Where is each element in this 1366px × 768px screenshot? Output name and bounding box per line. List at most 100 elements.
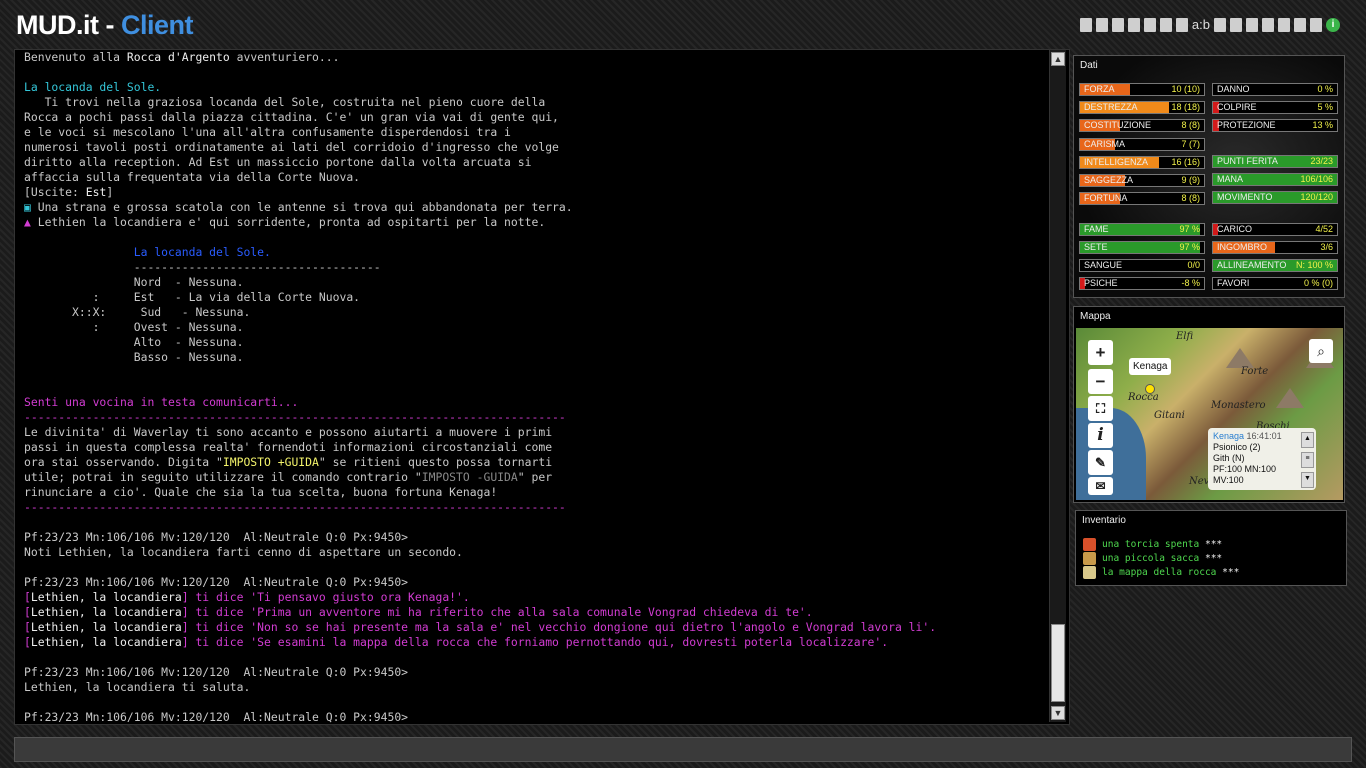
item-icon — [1083, 538, 1096, 551]
stat-value: 18 (18) — [1171, 102, 1200, 112]
output-segment: Nord - Nessuna. — [24, 275, 244, 289]
scroll-up-icon[interactable]: ▲ — [1051, 52, 1065, 66]
output-line: [Lethien, la locandiera] ti dice 'Se esa… — [24, 635, 1054, 650]
output-line: : Est - La via della Corte Nuova. — [24, 290, 1054, 305]
calculator-icon[interactable] — [1262, 18, 1274, 32]
people-icon[interactable] — [1127, 18, 1140, 32]
output-line: [Lethien, la locandiera] ti dice 'Prima … — [24, 605, 1054, 620]
popup-scroll-thumb[interactable]: ≡ — [1301, 452, 1314, 468]
output-scrollbar[interactable]: ▲ ▼ — [1049, 50, 1066, 722]
stat-value: 97 % — [1179, 224, 1200, 234]
command-input[interactable] — [14, 737, 1352, 762]
stat-value: 8 (8) — [1181, 120, 1200, 130]
inventory-item[interactable]: la mappa della rocca *** — [1083, 566, 1239, 580]
scrollbar-thumb[interactable] — [1051, 624, 1065, 702]
ab-icon[interactable]: a:b — [1192, 18, 1210, 32]
output-line: : Ovest - Nessuna. — [24, 320, 1054, 335]
stat-name: CARICO — [1217, 224, 1253, 234]
refresh-icon[interactable] — [1310, 18, 1322, 32]
output-segment: Pf:23/23 Mn:106/106 Mv:120/120 Al:Neutra… — [24, 530, 409, 544]
output-line: Pf:23/23 Mn:106/106 Mv:120/120 Al:Neutra… — [24, 575, 1054, 590]
map-mountain — [1226, 348, 1254, 368]
output-segment: ▲ — [24, 215, 38, 229]
map-panel: Mappa Elfi Forte Rocca Monastero Gitani … — [1073, 306, 1345, 503]
output-line: [Lethien, la locandiera] ti dice 'Ti pen… — [24, 590, 1054, 605]
output-segment: affaccia sulla frequentata via della Cor… — [24, 170, 361, 184]
stat-name: INTELLIGENZA — [1084, 157, 1149, 167]
output-line: Noti Lethien, la locandiera farti cenno … — [24, 545, 1054, 560]
stat-value: 10 (10) — [1171, 84, 1200, 94]
output-segment: : Est - La via della Corte Nuova. — [24, 290, 361, 304]
inventory-item[interactable]: una piccola sacca *** — [1083, 552, 1222, 566]
stat-value: 5 % — [1317, 102, 1333, 112]
search-icon[interactable]: ⌕ — [1309, 339, 1333, 363]
output-line: ----------------------------------------… — [24, 500, 1054, 515]
stat-name: DESTREZZA — [1084, 102, 1138, 112]
output-segment: diritto alla reception. Ad Est un massic… — [24, 155, 532, 169]
output-segment: Noti Lethien, la locandiera farti cenno … — [24, 545, 463, 559]
output-line: Rocca a pochi passi dalla piazza cittadi… — [24, 110, 1054, 125]
output-line: Le divinita' di Waverlay ti sono accanto… — [24, 425, 1054, 440]
item-icon — [1083, 566, 1096, 579]
player-marker[interactable] — [1145, 384, 1155, 394]
output-segment: Rocca d'Argento — [126, 50, 230, 64]
output-line: La locanda del Sole. — [24, 245, 1054, 260]
output-line: Lethien, la locandiera ti saluta. — [24, 680, 1054, 695]
zoom-in-button[interactable]: + — [1088, 340, 1113, 365]
bug-icon[interactable] — [1159, 18, 1172, 32]
output-segment: Senti una vocina in testa comunicarti... — [24, 395, 299, 409]
info-button-icon[interactable]: i — [1088, 423, 1113, 448]
map-label: Rocca — [1128, 392, 1159, 403]
output-segment: " per — [517, 470, 553, 484]
stat-name: COLPIRE — [1217, 102, 1257, 112]
stat-name: CARISMA — [1084, 139, 1126, 149]
popup-scroll-up-icon[interactable]: ▲ — [1301, 432, 1314, 448]
popup-time: 16:41:01 — [1246, 431, 1282, 441]
output-segment: IMPOSTO -GUIDA — [421, 470, 518, 484]
output-segment: e le voci si mescolano l'una all'altra c… — [24, 125, 511, 139]
settings-icon[interactable] — [1278, 18, 1290, 32]
zoom-out-button[interactable]: − — [1088, 369, 1113, 394]
chat-icon[interactable]: ✉ — [1088, 477, 1113, 495]
list-icon[interactable] — [1079, 18, 1092, 32]
monitor-icon[interactable] — [1294, 18, 1306, 32]
stat-name: FAME — [1084, 224, 1109, 234]
inventory-item[interactable]: una torcia spenta *** — [1083, 538, 1222, 552]
tools-icon[interactable] — [1175, 18, 1188, 32]
output-segment: Lethien, la locandiera — [30, 620, 182, 634]
stat-bar-fortuna: FORTUNA 8 (8) — [1079, 192, 1205, 205]
notes-icon[interactable] — [1246, 18, 1258, 32]
stats-panel: Dati FORZA 10 (10) DESTREZZA 18 (18) COSTITU… — [1073, 55, 1345, 298]
map-label: Forte — [1241, 366, 1269, 377]
footprints-icon[interactable]: ✎ — [1088, 450, 1113, 475]
output-line: passi in questa complessa realta' fornen… — [24, 440, 1054, 455]
fullscreen-icon[interactable]: ⛶ — [1088, 396, 1113, 421]
output-segment: ora stai osservando. Digita " — [24, 455, 223, 469]
output-segment: ----------------------------------------… — [24, 500, 566, 514]
person-icon[interactable] — [1143, 18, 1156, 32]
popup-scrollbar[interactable]: ▲ ≡ ▼ — [1301, 432, 1314, 488]
output-segment: rinunciare a cio'. Quale che sia la tua … — [24, 485, 498, 499]
book-icon[interactable] — [1095, 18, 1108, 32]
item-stars: *** — [1204, 553, 1223, 564]
output-segment: " se ritieni questo possa tornarti — [318, 455, 553, 469]
stat-name: FORZA — [1084, 84, 1115, 94]
output-segment: Ti trovi nella graziosa locanda del Sole… — [24, 95, 546, 109]
stat-bar-sangue: SANGUE 0/0 — [1079, 259, 1205, 272]
output-line: Pf:23/23 Mn:106/106 Mv:120/120 Al:Neutra… — [24, 710, 1054, 724]
output-segment: Pf:23/23 Mn:106/106 Mv:120/120 Al:Neutra… — [24, 665, 409, 679]
output-segment: Lethien la locandiera e' qui sorridente,… — [37, 215, 546, 229]
output-line: e le voci si mescolano l'una all'altra c… — [24, 125, 1054, 140]
document-icon[interactable] — [1230, 18, 1242, 32]
output-segment: Lethien, la locandiera — [30, 635, 182, 649]
info-icon[interactable]: i — [1326, 18, 1340, 32]
grid-icon[interactable] — [1214, 18, 1226, 32]
output-segment: ] ti dice 'Se esamini la mappa della roc… — [181, 635, 889, 649]
popup-scroll-down-icon[interactable]: ▼ — [1301, 472, 1314, 488]
map-view[interactable]: Elfi Forte Rocca Monastero Gitani Boschi… — [1076, 328, 1343, 500]
output-line: [Lethien, la locandiera] ti dice 'Non so… — [24, 620, 1054, 635]
group-icon[interactable] — [1111, 18, 1124, 32]
scroll-down-icon[interactable]: ▼ — [1051, 706, 1065, 720]
stats-title: Dati — [1080, 60, 1098, 71]
